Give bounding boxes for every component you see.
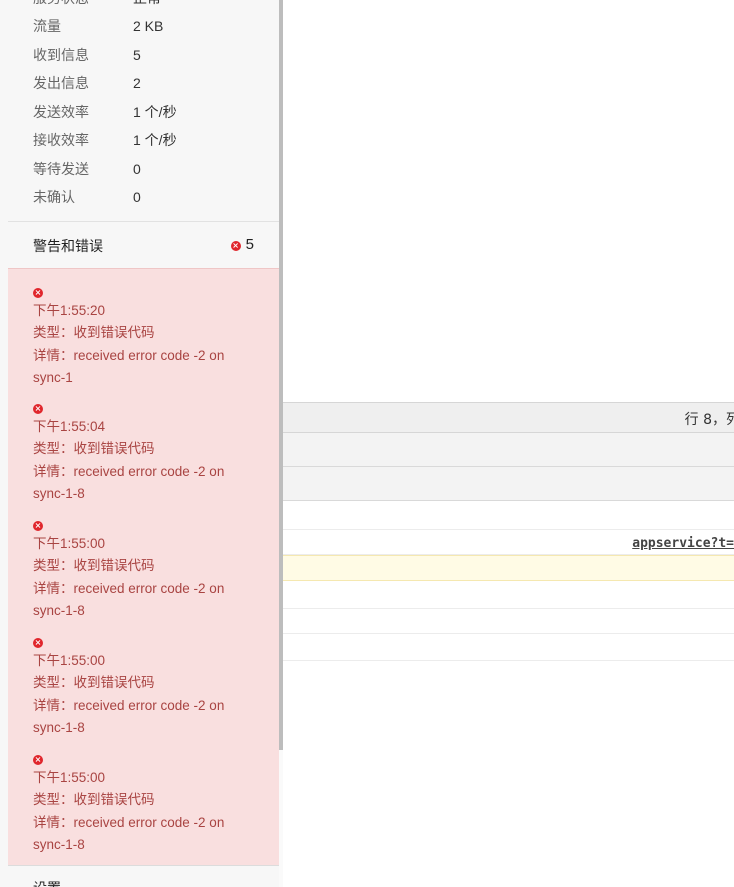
error-list: × 下午1:55:20 类型：收到错误代码 详情：received error …	[8, 268, 279, 866]
stat-label: 发出信息	[33, 75, 89, 91]
source-link[interactable]: appservice?t=	[632, 536, 734, 551]
error-detail: 详情：received error code -2 on	[33, 580, 225, 596]
stat-value: 0	[133, 161, 141, 177]
error-type: 类型：收到错误代码	[33, 325, 155, 341]
console-row	[283, 501, 734, 530]
error-item: × 下午1:55:00 类型：收到错误代码 详情：received error …	[33, 638, 263, 739]
error-time: 下午1:55:00	[33, 536, 106, 551]
console-toolbar[interactable]	[283, 467, 734, 501]
stat-value: 0	[133, 189, 141, 205]
error-type: 类型：收到错误代码	[33, 792, 155, 808]
stat-value: 2	[133, 75, 141, 91]
error-x-icon: ×	[33, 638, 43, 648]
section-divider	[8, 865, 279, 866]
console-row	[283, 634, 734, 661]
stat-value: 5	[133, 47, 141, 63]
error-x-icon: ×	[33, 288, 43, 298]
cursor-position[interactable]: 行 8，列	[685, 409, 734, 429]
stat-label: 未确认	[33, 189, 75, 205]
console-tab-bar[interactable]	[283, 433, 734, 467]
stat-value: 2 KB	[133, 18, 164, 34]
error-detail: sync-1	[33, 369, 73, 385]
error-item: × 下午1:55:00 类型：收到错误代码 详情：received error …	[33, 755, 263, 856]
error-time: 下午1:55:00	[33, 770, 106, 785]
error-time: 下午1:55:20	[33, 303, 106, 318]
error-x-icon: ×	[33, 404, 43, 414]
stat-value: 正常	[133, 0, 161, 8]
console-row: appservice?t=	[283, 530, 734, 555]
error-detail: 详情：received error code -2 on	[33, 697, 225, 713]
stat-value: 1 个/秒	[133, 132, 177, 148]
console-row	[283, 609, 734, 634]
error-type: 类型：收到错误代码	[33, 441, 155, 457]
console-row	[283, 581, 734, 609]
error-item: × 下午1:55:00 类型：收到错误代码 详情：received error …	[33, 521, 263, 622]
settings-section-header[interactable]: 设置	[33, 878, 61, 887]
error-time: 下午1:55:00	[33, 653, 106, 668]
error-x-icon: ×	[230, 241, 241, 251]
errors-title: 警告和错误	[33, 238, 103, 254]
stat-label: 收到信息	[33, 47, 89, 63]
error-type: 类型：收到错误代码	[33, 558, 155, 574]
stat-label: 发送效率	[33, 104, 89, 120]
error-x-icon: ×	[33, 521, 43, 531]
scroll-thumb[interactable]	[279, 0, 283, 750]
error-detail: sync-1-8	[33, 602, 85, 618]
error-type: 类型：收到错误代码	[33, 675, 155, 691]
errors-count-value: 5	[245, 236, 254, 253]
error-detail: sync-1-8	[33, 485, 85, 501]
error-detail: sync-1-8	[33, 836, 85, 852]
error-item: × 下午1:55:20 类型：收到错误代码 详情：received error …	[33, 288, 263, 389]
error-detail: 详情：received error code -2 on	[33, 347, 225, 363]
error-detail: sync-1-8	[33, 719, 85, 735]
main-area: 行 8，列 appservice?t=	[283, 0, 734, 887]
panel-scrollbar[interactable]	[279, 0, 283, 887]
errors-count: × 5	[230, 236, 254, 253]
stat-label: 接收效率	[33, 132, 89, 148]
error-detail: 详情：received error code -2 on	[33, 814, 225, 830]
error-time: 下午1:55:04	[33, 419, 106, 434]
sync-info-panel: 服务状态 正常 流量 2 KB 收到信息 5 发出信息 2 发送效率 1 个/秒…	[0, 0, 279, 887]
console-warning-row	[283, 555, 734, 581]
stat-label: 服务状态	[33, 0, 89, 8]
error-item: × 下午1:55:04 类型：收到错误代码 详情：received error …	[33, 404, 263, 505]
error-detail: 详情：received error code -2 on	[33, 463, 225, 479]
stat-label: 流量	[33, 18, 61, 34]
editor-status-bar: 行 8，列	[283, 402, 734, 433]
errors-section-header[interactable]: 警告和错误 × 5	[0, 222, 279, 268]
stat-label: 等待发送	[33, 161, 89, 177]
stat-value: 1 个/秒	[133, 104, 177, 120]
error-x-icon: ×	[33, 755, 43, 765]
